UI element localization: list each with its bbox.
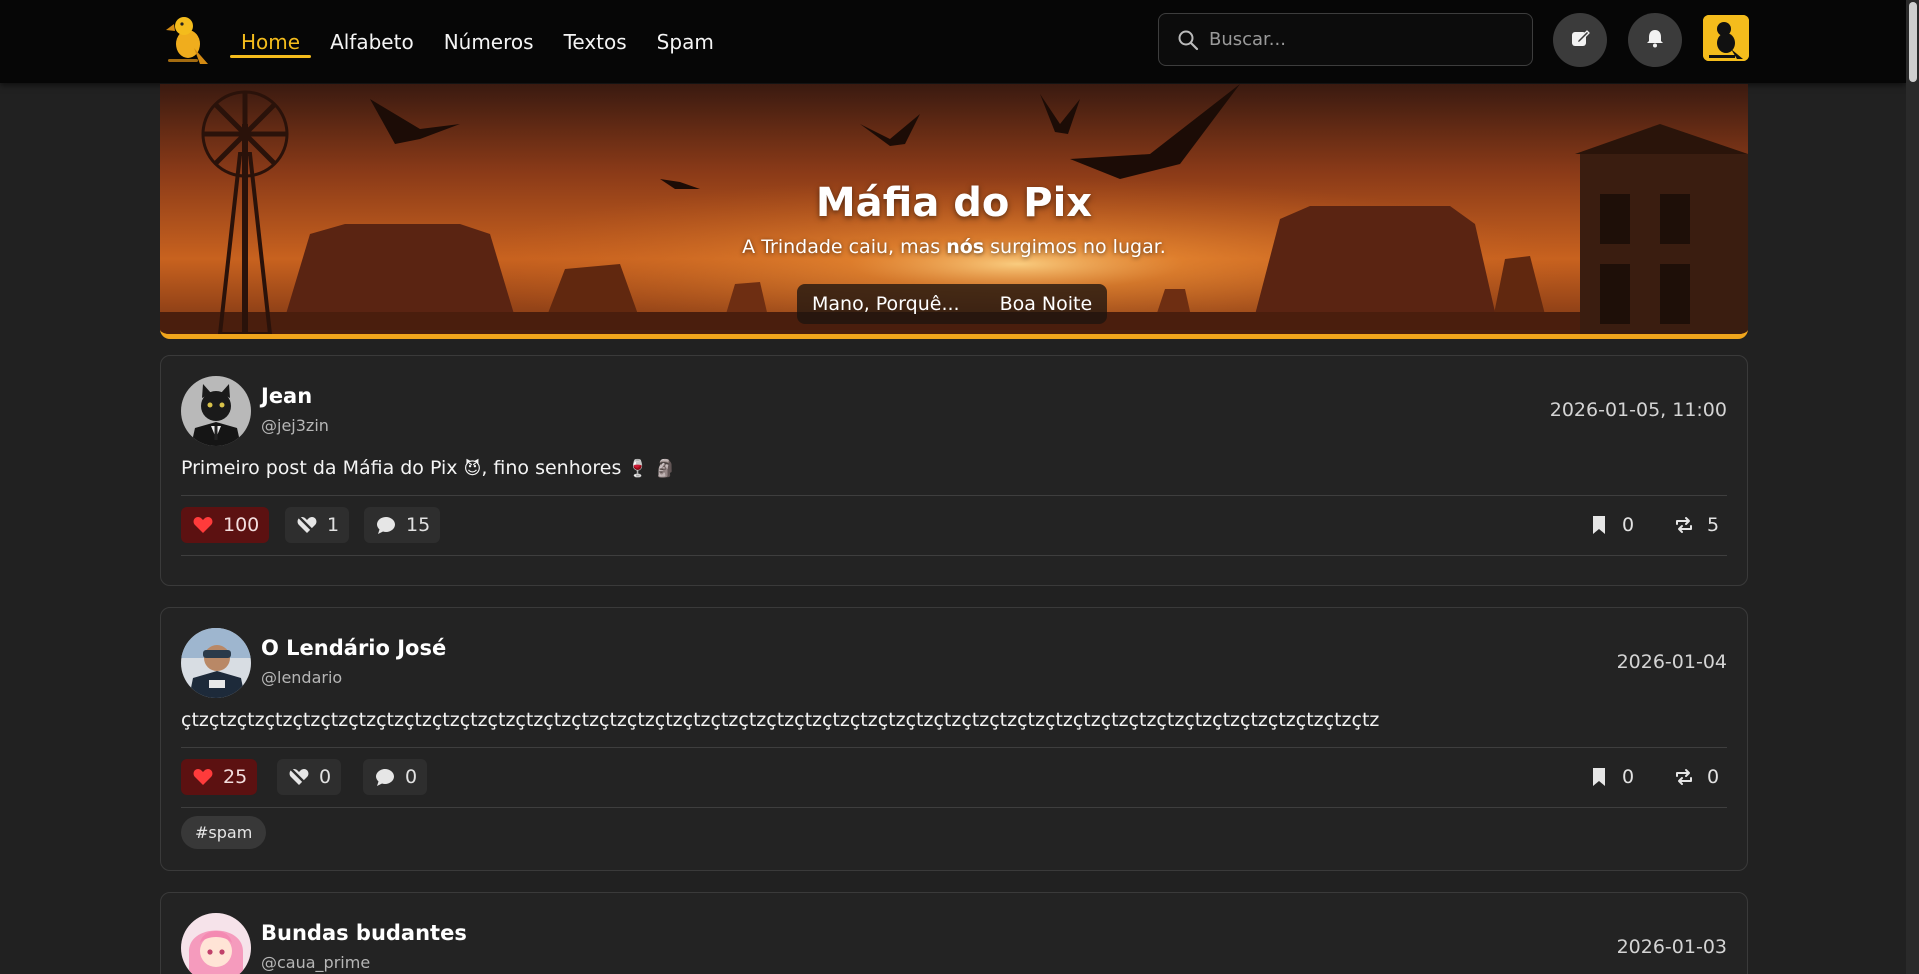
- comment-count: 0: [405, 766, 418, 788]
- nav-home-link[interactable]: Home: [230, 0, 312, 83]
- post-timestamp: 2026-01-03: [1616, 936, 1727, 958]
- broken-heart-icon: [288, 766, 310, 788]
- dislike-count: 0: [319, 766, 332, 788]
- comment-icon: [374, 766, 396, 788]
- avatar[interactable]: [181, 913, 251, 974]
- dislike-count: 1: [327, 514, 340, 536]
- bookmark-count: 0: [1622, 766, 1635, 788]
- comment-button[interactable]: 0: [363, 759, 428, 795]
- divider: [181, 555, 1727, 556]
- post-author-name[interactable]: Bundas budantes: [261, 921, 467, 945]
- post-author-name[interactable]: Jean: [261, 384, 312, 408]
- post-author-handle[interactable]: @lendario: [261, 668, 342, 687]
- edit-icon: [1569, 27, 1591, 53]
- smiling-devil-emoji-icon: 😈: [463, 459, 482, 479]
- divider: [181, 747, 1727, 748]
- repost-count: 0: [1707, 766, 1720, 788]
- heart-icon: [192, 766, 214, 788]
- broken-heart-icon: [296, 514, 318, 536]
- divider: [181, 807, 1727, 808]
- post-card: Bundas budantes @caua_prime 2026-01-03: [160, 892, 1748, 974]
- like-button[interactable]: 25: [181, 759, 258, 795]
- banner-title: Máfia do Pix: [815, 180, 1093, 226]
- like-count: 25: [223, 766, 248, 788]
- hero-banner: Máfia do Pix A Trindade caiu, mas nós su…: [160, 84, 1748, 339]
- banner-link-mano-porque[interactable]: Mano, Porquê...: [812, 293, 960, 315]
- post-timestamp: 2026-01-05, 11:00: [1549, 399, 1727, 421]
- like-count: 100: [223, 514, 260, 536]
- moai-emoji-icon: 🗿: [654, 459, 676, 479]
- bookmark-icon: [1588, 514, 1610, 536]
- nav-numeros-link[interactable]: Números: [433, 0, 545, 83]
- banner-subtitle: A Trindade caiu, mas nós surgimos no lug…: [742, 236, 1166, 258]
- scrollbar-thumb[interactable]: [1909, 2, 1917, 82]
- avatar[interactable]: [181, 376, 251, 446]
- repost-button[interactable]: 5: [1673, 507, 1719, 543]
- repost-button[interactable]: 0: [1673, 759, 1719, 795]
- post-text: çtzçtzçtzçtzçtzçtzçtzçtzçtzçtzçtzçtzçtzç…: [181, 709, 1380, 731]
- post-card: O Lendário José @lendario 2026-01-04 çtz…: [160, 607, 1748, 871]
- search-box[interactable]: [1158, 13, 1533, 66]
- post-author-handle[interactable]: @jej3zin: [261, 416, 329, 435]
- dislike-button[interactable]: 0: [277, 759, 342, 795]
- new-post-button[interactable]: [1553, 13, 1607, 67]
- nav-spam-link[interactable]: Spam: [646, 0, 725, 83]
- repost-count: 5: [1707, 514, 1720, 536]
- notifications-button[interactable]: [1628, 13, 1682, 67]
- repost-icon: [1673, 514, 1695, 536]
- top-navbar: Home Alfabeto Números Textos Spam: [0, 0, 1906, 83]
- bookmark-button[interactable]: 0: [1588, 759, 1634, 795]
- post-card: Jean @jej3zin 2026-01-05, 11:00 Primeiro…: [160, 355, 1748, 586]
- post-author-handle[interactable]: @caua_prime: [261, 953, 370, 972]
- wine-glass-emoji-icon: 🍷: [627, 459, 649, 479]
- comment-count: 15: [406, 514, 431, 536]
- heart-icon: [192, 514, 214, 536]
- comment-icon: [375, 514, 397, 536]
- banner-links: Mano, Porquê... Boa Noite: [797, 284, 1108, 324]
- post-text: Primeiro post da Máfia do Pix 😈, fino se…: [181, 457, 676, 479]
- bell-icon: [1644, 27, 1666, 53]
- post-timestamp: 2026-01-04: [1616, 651, 1727, 673]
- parrot-logo-icon[interactable]: [164, 14, 214, 66]
- bookmark-icon: [1588, 766, 1610, 788]
- page-scrollbar[interactable]: [1906, 0, 1919, 974]
- repost-icon: [1673, 766, 1695, 788]
- post-author-name[interactable]: O Lendário José: [261, 636, 446, 660]
- comment-button[interactable]: 15: [364, 507, 441, 543]
- avatar[interactable]: [181, 628, 251, 698]
- main-nav: Home Alfabeto Números Textos Spam: [230, 0, 733, 83]
- search-icon: [1177, 29, 1199, 51]
- nav-alfabeto-link[interactable]: Alfabeto: [319, 0, 425, 83]
- bookmark-count: 0: [1622, 514, 1635, 536]
- divider: [181, 495, 1727, 496]
- nav-textos-link[interactable]: Textos: [553, 0, 638, 83]
- bookmark-button[interactable]: 0: [1588, 507, 1634, 543]
- banner-link-boa-noite[interactable]: Boa Noite: [1000, 293, 1093, 315]
- user-avatar[interactable]: [1703, 15, 1749, 61]
- like-button[interactable]: 100: [181, 507, 270, 543]
- dislike-button[interactable]: 1: [285, 507, 350, 543]
- hashtag-chip[interactable]: #spam: [181, 816, 267, 849]
- search-input[interactable]: [1209, 14, 1519, 65]
